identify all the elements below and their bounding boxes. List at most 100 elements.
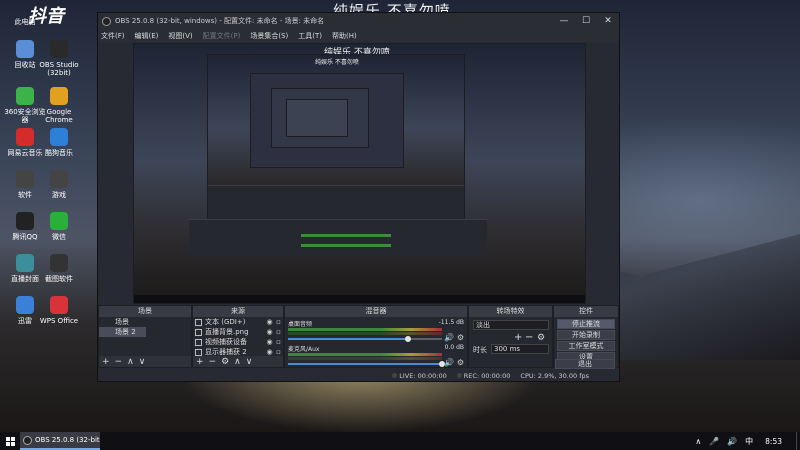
qq-icon [16, 212, 34, 230]
stop-streaming-button[interactable]: 停止推流 [557, 319, 615, 329]
exit-button[interactable]: 退出 [555, 359, 615, 369]
start-button[interactable] [0, 432, 20, 450]
scenes-toolbar: + − ∧ ∨ [99, 356, 191, 367]
mixer-track-mic: 麦克风/Aux 0.0 dB 🔊 ⚙ [288, 344, 464, 370]
desktop-icon-gamepad[interactable]: 游戏 [36, 170, 82, 199]
gear-icon[interactable]: ⚙ [221, 357, 229, 367]
close-button[interactable]: ✕ [597, 16, 619, 26]
lock-icon[interactable]: ▫ [274, 338, 283, 346]
gear-icon[interactable]: ⚙ [457, 358, 464, 367]
menu-bar: 文件(F) 编辑(E) 视图(V) 配置文件(P) 场景集合(S) 工具(T) … [98, 29, 619, 42]
source-row-camera[interactable]: 视频捕获设备 ◉ ▫ [193, 337, 283, 347]
scene-item-selected[interactable]: 场景 2 [99, 327, 146, 337]
desktop-icon-label: 此电脑 [14, 18, 36, 26]
move-down-icon[interactable]: ∨ [139, 357, 146, 367]
desktop-icon-label: 截图软件 [45, 275, 73, 283]
visibility-icon[interactable]: ◉ [265, 318, 274, 326]
desktop-icon-label: OBS Studio (32bit) [39, 61, 79, 77]
add-transition-icon[interactable]: + [514, 332, 522, 343]
remove-icon[interactable]: − [115, 357, 123, 367]
wps-icon [50, 296, 68, 314]
mixer-dock-title: 混音器 [285, 306, 467, 317]
volume-fill [288, 363, 442, 365]
visibility-icon[interactable]: ◉ [265, 328, 274, 336]
rec-dot-icon [456, 373, 462, 378]
menu-file[interactable]: 文件(F) [101, 31, 125, 41]
clock[interactable]: 8:53 [765, 437, 782, 446]
move-up-icon[interactable]: ∧ [127, 357, 134, 367]
desktop-icon-chrome[interactable]: Google Chrome [36, 87, 82, 124]
volume-slider[interactable] [288, 336, 442, 342]
start-recording-button[interactable]: 开始录制 [557, 330, 615, 340]
volume-fill [288, 338, 409, 340]
show-desktop-button[interactable] [796, 432, 800, 450]
system-tray: ∧ 🎤 🔊 中 8:53 [687, 432, 800, 450]
add-icon[interactable]: + [196, 357, 204, 367]
desktop-icon-wechat[interactable]: 微信 [36, 212, 82, 241]
taskbar-obs-item[interactable]: OBS 25.0.8 (32-bit, ... [20, 432, 100, 450]
move-up-icon[interactable]: ∧ [234, 357, 241, 367]
360-browser-icon [16, 87, 34, 105]
scenes-dock: 场景 场景场景 2 + − ∧ ∨ [98, 305, 192, 368]
menu-view[interactable]: 视图(V) [168, 31, 192, 41]
transition-select[interactable]: 淡出 [473, 320, 549, 330]
move-down-icon[interactable]: ∨ [246, 357, 253, 367]
menu-edit[interactable]: 编辑(E) [135, 31, 159, 41]
preview-canvas[interactable]: 纯娱乐 不喜勿喷 纯娱乐 不喜勿喷 [133, 43, 586, 304]
lock-icon[interactable]: ▫ [274, 328, 283, 336]
level-meter [288, 332, 442, 335]
gear-icon[interactable]: ⚙ [537, 333, 545, 343]
gear-icon[interactable]: ⚙ [457, 333, 464, 342]
text-source-icon [195, 318, 202, 326]
desktop-icon-label: 酷狗音乐 [45, 149, 73, 157]
lock-icon[interactable]: ▫ [274, 348, 283, 356]
scene-item[interactable]: 场景 [99, 317, 146, 327]
show-hidden-icons-icon[interactable]: ∧ [695, 437, 701, 446]
input-method-indicator[interactable]: 中 [745, 436, 753, 447]
menu-help[interactable]: 帮助(H) [332, 31, 357, 41]
duration-input[interactable]: 300 ms [491, 344, 549, 354]
menu-tools[interactable]: 工具(T) [298, 31, 322, 41]
speaker-icon[interactable]: 🔊 [444, 358, 454, 367]
visibility-icon[interactable]: ◉ [265, 338, 274, 346]
desktop-icon-kugou[interactable]: 酷狗音乐 [36, 128, 82, 157]
desktop-icon-screenshot[interactable]: 截图软件 [36, 254, 82, 283]
chrome-icon [50, 87, 68, 105]
maximize-button[interactable]: ☐ [575, 16, 597, 26]
minimize-button[interactable]: — [553, 16, 575, 26]
add-icon[interactable]: + [102, 357, 110, 367]
track-db: 0.0 dB [444, 344, 464, 351]
camera-source-icon [195, 338, 202, 346]
transitions-body: 淡出 + − ⚙ 时长 300 ms [469, 317, 552, 367]
lock-icon[interactable]: ▫ [274, 318, 283, 326]
cpu-status: CPU: 2.9%, 30.00 fps [520, 371, 589, 380]
desktop-icon-computer[interactable]: 此电脑 [2, 0, 48, 26]
windows-logo-icon [5, 436, 15, 446]
kugou-icon [50, 128, 68, 146]
folder-icon [16, 170, 34, 188]
desktop-icon-label: 微信 [52, 233, 66, 241]
live-status: LIVE: 00:00:00 [392, 372, 447, 380]
menu-scene-collection[interactable]: 场景集合(S) [250, 31, 288, 41]
menu-profile[interactable]: 配置文件(P) [203, 31, 241, 41]
source-row-text[interactable]: 文本 (GDI+) ◉ ▫ [193, 317, 283, 327]
preview-nested-window-4 [286, 99, 348, 137]
studio-mode-button[interactable]: 工作室模式 [557, 341, 615, 351]
obs-window[interactable]: OBS 25.0.8 (32-bit, windows) - 配置文件: 未命名… [97, 12, 620, 382]
visibility-icon[interactable]: ◉ [265, 348, 274, 356]
source-row-image[interactable]: 直播背景.png ◉ ▫ [193, 327, 283, 337]
preview-taskbar [134, 295, 585, 303]
volume-slider[interactable] [288, 361, 445, 367]
speaker-icon[interactable]: 🔊 [444, 333, 454, 342]
display-source-icon [195, 348, 202, 356]
preview-nested-window-3 [271, 88, 369, 148]
source-label: 直播背景.png [205, 328, 249, 336]
volume-icon[interactable]: 🔊 [727, 437, 737, 446]
obs-titlebar[interactable]: OBS 25.0.8 (32-bit, windows) - 配置文件: 未命名… [98, 13, 619, 29]
remove-icon[interactable]: − [209, 357, 217, 367]
remove-transition-icon[interactable]: − [525, 332, 533, 343]
volume-knob[interactable] [405, 336, 412, 342]
microphone-icon[interactable]: 🎤 [709, 437, 719, 446]
desktop-icon-obs[interactable]: OBS Studio (32bit) [36, 40, 82, 77]
desktop-icon-wps[interactable]: WPS Office [36, 296, 82, 325]
